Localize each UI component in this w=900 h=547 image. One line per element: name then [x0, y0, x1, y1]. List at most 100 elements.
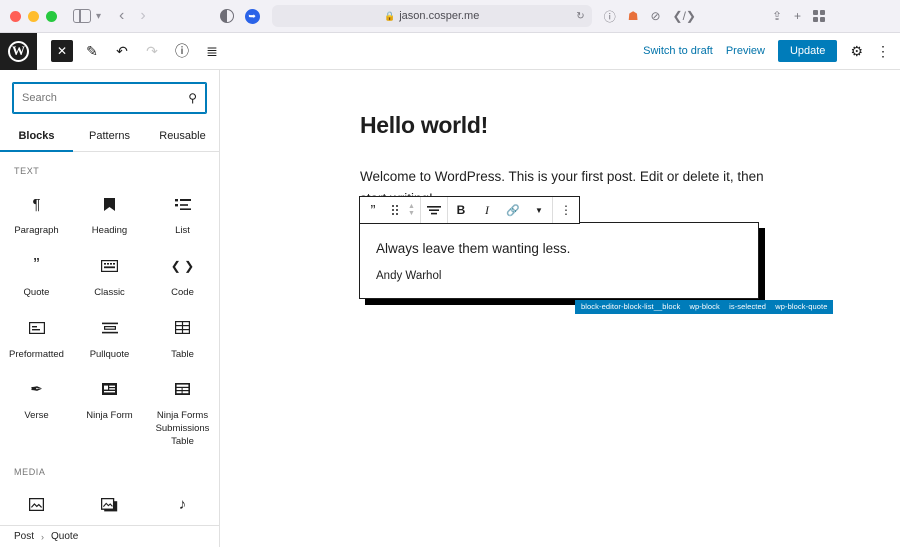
block-item-preformatted[interactable]: Preformatted: [0, 304, 73, 366]
editor-canvas[interactable]: Hello world! Welcome to WordPress. This …: [220, 70, 900, 547]
wordpress-logo[interactable]: W: [0, 33, 37, 70]
breadcrumb: Post › Quote: [0, 525, 219, 547]
block-label: Pullquote: [90, 349, 130, 362]
block-grid-media: Image Gallery ♪: [0, 481, 219, 525]
back-arrow-icon[interactable]: ‹: [119, 8, 124, 24]
align-icon[interactable]: [421, 205, 447, 215]
toolbar-group-options: ⋮: [553, 197, 579, 223]
address-bar[interactable]: 🔒 jason.cosper.me ↻: [272, 5, 592, 27]
chevron-up-icon[interactable]: ▲: [408, 204, 415, 210]
url-text: jason.cosper.me: [399, 10, 479, 22]
info-icon[interactable]: ⓘ: [604, 8, 616, 25]
tab-reusable[interactable]: Reusable: [146, 124, 219, 151]
drag-handle-icon[interactable]: [386, 205, 403, 215]
list-view-icon[interactable]: ≣: [198, 37, 226, 65]
block-item-verse[interactable]: ✒ Verse: [0, 365, 73, 452]
close-button[interactable]: ✕: [48, 37, 76, 65]
pullquote-icon: [102, 316, 118, 340]
editor-header-actions: Switch to draft Preview Update ⚙ ⋮: [643, 40, 900, 62]
tab-overview-icon[interactable]: [813, 10, 825, 22]
blocked-icon[interactable]: ⊘: [650, 9, 660, 23]
reader-mode-icon[interactable]: [220, 9, 234, 23]
quote-icon[interactable]: ”: [360, 202, 386, 219]
move-block-buttons[interactable]: ▲ ▼: [403, 204, 420, 217]
block-inserter-panel: ⚲ Blocks Patterns Reusable TEXT ¶ Paragr…: [0, 70, 220, 547]
browser-right-icons: ⓘ ☗ ⊘ ❮/❯ ⇪ +: [604, 8, 825, 25]
breadcrumb-item-post[interactable]: Post: [14, 531, 34, 542]
block-label: List: [175, 225, 190, 238]
search-input[interactable]: [22, 92, 188, 104]
gear-icon[interactable]: ⚙: [850, 43, 863, 60]
tab-blocks[interactable]: Blocks: [0, 124, 73, 151]
block-item-gallery[interactable]: Gallery: [73, 481, 146, 525]
quote-text[interactable]: Always leave them wanting less.: [376, 241, 742, 256]
page-title[interactable]: Hello world!: [360, 112, 488, 139]
minimize-window-button[interactable]: [28, 11, 39, 22]
lock-icon: 🔒: [384, 11, 395, 22]
sidebar-toggle-icon[interactable]: [73, 9, 91, 23]
code-icon: ❮ ❯: [171, 254, 194, 278]
inserter-scroll-area[interactable]: TEXT ¶ Paragraph Heading: [0, 152, 219, 525]
browser-window: ▾ ‹ › ➥ 🔒 jason.cosper.me ↻ ⓘ ☗ ⊘ ❮/❯ ⇪ …: [0, 0, 900, 547]
chevron-down-icon[interactable]: ▼: [408, 211, 415, 217]
audio-icon: ♪: [179, 493, 187, 517]
chevron-down-icon[interactable]: ▾: [96, 11, 101, 22]
block-item-pullquote[interactable]: Pullquote: [73, 304, 146, 366]
edit-pencil-icon[interactable]: ✎: [78, 37, 106, 65]
breadcrumb-item-quote[interactable]: Quote: [51, 531, 78, 542]
switch-to-draft-button[interactable]: Switch to draft: [643, 45, 713, 57]
search-icon[interactable]: ⚲: [188, 91, 197, 105]
reload-icon[interactable]: ↻: [576, 11, 584, 22]
preview-button[interactable]: Preview: [726, 45, 765, 57]
chevron-right-icon: ›: [41, 532, 44, 542]
link-icon[interactable]: 🔗: [500, 204, 526, 217]
block-item-ninja-forms-submissions-table[interactable]: Ninja Forms Submissions Table: [146, 365, 219, 452]
editor-tools: ✕ ✎ ↶ ↷ ⓘ ≣: [48, 37, 226, 65]
css-class-1: wp-block: [689, 302, 719, 311]
block-label: Ninja Form: [86, 410, 132, 423]
block-item-code[interactable]: ❮ ❯ Code: [146, 242, 219, 304]
block-item-classic[interactable]: Classic: [73, 242, 146, 304]
redo-icon[interactable]: ↷: [138, 37, 166, 65]
block-item-quote[interactable]: ” Quote: [0, 242, 73, 304]
kebab-menu-icon[interactable]: ⋮: [553, 203, 579, 217]
code-icon[interactable]: ❮/❯: [673, 9, 696, 23]
extension-icon[interactable]: ➥: [245, 9, 260, 24]
section-label-media: MEDIA: [0, 453, 219, 481]
selected-quote-block[interactable]: Quote Always leave them wanting less. An…: [359, 222, 759, 299]
bold-button[interactable]: B: [448, 203, 474, 217]
zoom-window-button[interactable]: [46, 11, 57, 22]
css-class-2: is-selected: [729, 302, 766, 311]
section-label-text: TEXT: [0, 152, 219, 180]
block-item-list[interactable]: List: [146, 180, 219, 242]
search-wrapper: ⚲: [0, 70, 219, 124]
verse-icon: ✒: [30, 377, 43, 401]
info-icon[interactable]: ⓘ: [168, 37, 196, 65]
italic-button[interactable]: I: [474, 203, 500, 218]
block-item-ninja-form[interactable]: Ninja Form: [73, 365, 146, 452]
block-item-audio[interactable]: ♪ Audio: [146, 481, 219, 525]
undo-icon[interactable]: ↶: [108, 37, 136, 65]
block-item-table[interactable]: Table: [146, 304, 219, 366]
quote-citation[interactable]: Andy Warhol: [376, 270, 742, 282]
new-tab-icon[interactable]: +: [794, 9, 801, 23]
kebab-menu-icon[interactable]: ⋮: [876, 47, 890, 55]
wordpress-extension-icon[interactable]: ☗: [628, 9, 639, 23]
heading-icon: [103, 192, 116, 216]
block-item-heading[interactable]: Heading: [73, 180, 146, 242]
editor-header: W ✕ ✎ ↶ ↷ ⓘ ≣ Switch to draft Preview Up…: [0, 33, 900, 70]
search-box[interactable]: ⚲: [12, 82, 207, 114]
close-window-button[interactable]: [10, 11, 21, 22]
block-item-paragraph[interactable]: ¶ Paragraph: [0, 180, 73, 242]
more-formats-chevron-down-icon[interactable]: ▼: [526, 206, 552, 215]
block-grid-text: ¶ Paragraph Heading: [0, 180, 219, 453]
tab-patterns[interactable]: Patterns: [73, 124, 146, 151]
block-label: Quote: [24, 287, 50, 300]
update-button[interactable]: Update: [778, 40, 837, 62]
table-icon: [175, 316, 190, 340]
block-item-image[interactable]: Image: [0, 481, 73, 525]
toolbar-group-block: ” ▲ ▼: [360, 197, 421, 223]
forward-arrow-icon[interactable]: ›: [140, 8, 145, 24]
quote-block-box[interactable]: Always leave them wanting less. Andy War…: [359, 222, 759, 299]
share-icon[interactable]: ⇪: [772, 9, 782, 23]
